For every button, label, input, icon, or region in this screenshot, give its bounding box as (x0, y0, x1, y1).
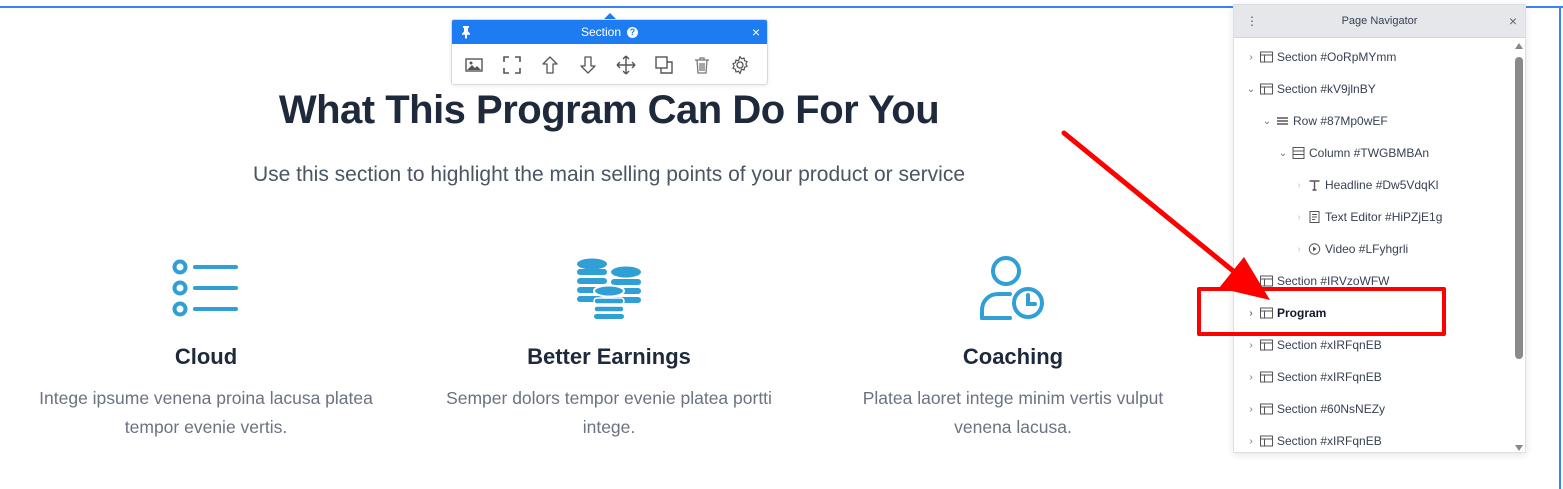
section-icon (1260, 51, 1274, 63)
delete-icon[interactable] (691, 54, 712, 76)
navigator-item-label: Section #xIRFqnEB (1277, 338, 1382, 352)
row-icon (1276, 115, 1290, 127)
navigator-item-label: Column #TWGBMBAn (1309, 146, 1430, 160)
feature-text: Platea laoret intege minim vertis vulput… (862, 388, 1164, 437)
chevron-right-icon[interactable]: › (1294, 244, 1304, 255)
user-clock-icon (833, 252, 1193, 324)
help-icon[interactable]: ? (627, 26, 639, 38)
navigator-close-icon[interactable]: × (1509, 13, 1517, 29)
move-down-icon[interactable] (577, 54, 598, 76)
toolbar-title: Section (580, 25, 622, 39)
navigator-item-label: Section #60NsNEZy (1277, 402, 1386, 416)
feature-title: Coaching (962, 344, 1064, 369)
feature-card-better-earnings: Better Earnings Semper dolors tempor eve… (429, 252, 789, 442)
chevron-right-icon[interactable]: › (1294, 212, 1304, 223)
selection-border-right (1559, 6, 1561, 489)
duplicate-icon[interactable] (653, 54, 674, 76)
section-icon (1260, 403, 1274, 415)
feature-title: Cloud (174, 344, 238, 369)
navigator-item[interactable]: › Video #LFyhgrli (1234, 233, 1514, 265)
video-icon (1308, 243, 1322, 255)
feature-text: Intege ipsume venena proina lacusa plate… (39, 388, 373, 437)
feature-text: Semper dolors tempor evenie platea portt… (446, 388, 772, 437)
chevron-right-icon[interactable]: › (1246, 276, 1256, 287)
coins-icon (429, 252, 789, 324)
navigator-item[interactable]: ⌄ Section #kV9jlnBY (1234, 73, 1514, 105)
navigator-title: Page Navigator (1341, 15, 1418, 27)
page-subtext: Use this section to highlight the main s… (252, 163, 966, 186)
scroll-down-icon[interactable] (1515, 445, 1523, 451)
navigator-item[interactable]: ⌄ Row #87Mp0wEF (1234, 105, 1514, 137)
chevron-right-icon[interactable]: › (1246, 340, 1256, 351)
navigator-item-label: Video #LFyhgrli (1325, 242, 1409, 256)
fullscreen-icon[interactable] (501, 54, 522, 76)
navigator-tree: › Section #OoRpMYmm ⌄ Section #kV9jlnBY ⌄ Row… (1234, 41, 1514, 452)
page-headline: What This Program Can Do For You (278, 88, 940, 132)
navigator-scrollbar[interactable] (1513, 41, 1525, 452)
chevron-down-icon[interactable]: ⌄ (1278, 148, 1288, 159)
annotation-highlight-box (1197, 287, 1446, 336)
navigator-item-label: Section #OoRpMYmm (1277, 50, 1397, 64)
navigator-item-label: Row #87Mp0wEF (1293, 114, 1388, 128)
feature-card-cloud: Cloud Intege ipsume venena proina lacusa… (26, 252, 386, 442)
navigator-item[interactable]: › Section #xIRFqnEB (1234, 425, 1514, 452)
toolbar-actions (452, 44, 767, 85)
settings-icon[interactable] (729, 54, 750, 76)
section-toolbar: Section ? × (451, 19, 768, 85)
column-icon (1292, 147, 1306, 159)
navigator-item[interactable]: › Section #60NsNEZy (1234, 393, 1514, 425)
navigator-item-label: Section #xIRFqnEB (1277, 434, 1382, 448)
navigator-item[interactable]: › Headline #Dw5VdqKl (1234, 169, 1514, 201)
headline-icon (1308, 179, 1322, 191)
feature-title: Better Earnings (527, 344, 691, 369)
toolbar-header: Section ? × (452, 20, 767, 44)
navigator-item-label: Section #kV9jlnBY (1277, 82, 1376, 96)
pin-icon[interactable] (460, 25, 472, 39)
section-icon (1260, 371, 1274, 383)
navigator-item-label: Text Editor #HiPZjE1g (1325, 210, 1443, 224)
chevron-right-icon[interactable]: › (1246, 52, 1256, 63)
section-icon (1260, 83, 1274, 95)
section-icon (1260, 435, 1274, 447)
page-navigator-panel: ⋮ Page Navigator × › Section #OoRpMYmm ⌄ Se… (1233, 4, 1526, 453)
text-editor-icon (1308, 211, 1322, 223)
toolbar-close-icon[interactable]: × (752, 24, 760, 40)
navigator-header[interactable]: ⋮ Page Navigator × (1234, 5, 1525, 38)
chevron-right-icon[interactable]: › (1246, 436, 1256, 447)
navigator-item[interactable]: ⌄ Column #TWGBMBAn (1234, 137, 1514, 169)
navigator-item-label: Headline #Dw5VdqKl (1325, 178, 1439, 192)
chevron-right-icon[interactable]: › (1246, 404, 1256, 415)
drag-handle-icon[interactable]: ⋮ (1246, 14, 1258, 28)
scrollbar-thumb[interactable] (1515, 57, 1523, 359)
navigator-item-label: Section #IRVzoWFW (1277, 274, 1390, 288)
move-icon[interactable] (615, 54, 636, 76)
chevron-down-icon[interactable]: ⌄ (1262, 116, 1272, 127)
image-icon[interactable] (463, 54, 484, 76)
chevron-right-icon[interactable]: › (1246, 372, 1256, 383)
chevron-down-icon[interactable]: ⌄ (1246, 84, 1256, 95)
section-icon (1260, 339, 1274, 351)
list-icon (26, 252, 386, 324)
navigator-item[interactable]: › Section #OoRpMYmm (1234, 41, 1514, 73)
feature-card-coaching: Coaching Platea laoret intege minim vert… (833, 252, 1193, 442)
move-up-icon[interactable] (539, 54, 560, 76)
navigator-item[interactable]: › Section #xIRFqnEB (1234, 361, 1514, 393)
navigator-item-label: Section #xIRFqnEB (1277, 370, 1382, 384)
chevron-right-icon[interactable]: › (1294, 180, 1304, 191)
scroll-up-icon[interactable] (1515, 43, 1523, 49)
navigator-item[interactable]: › Text Editor #HiPZjE1g (1234, 201, 1514, 233)
section-icon (1260, 275, 1274, 287)
